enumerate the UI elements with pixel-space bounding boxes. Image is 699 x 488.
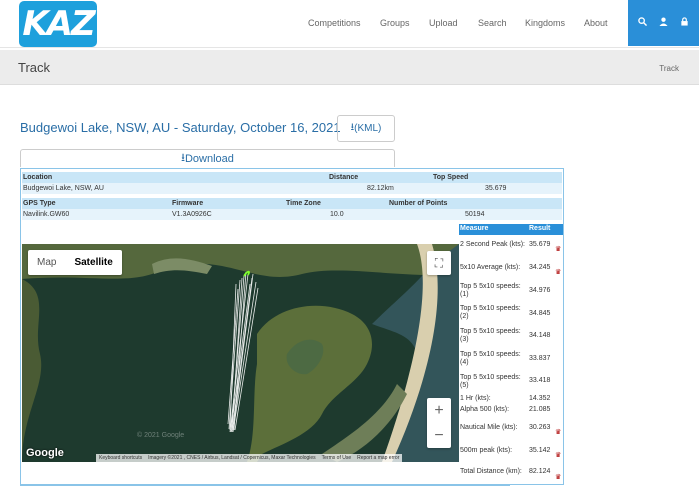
result-row: 1 Hr (kts): 14.352 bbox=[459, 395, 563, 405]
nav-about[interactable]: About bbox=[584, 18, 608, 28]
result-label: 1 Hr (kts): bbox=[460, 395, 491, 402]
fullscreen-icon[interactable]: ⛶ bbox=[427, 251, 451, 275]
summary-header-row-1: Location Distance Top Speed bbox=[22, 172, 562, 183]
timezone-label: Time Zone bbox=[286, 200, 321, 207]
result-row: Alpha 500 (kts): 21.085 bbox=[459, 406, 563, 416]
zoom-out-button[interactable]: − bbox=[427, 423, 451, 448]
zoom-in-button[interactable]: + bbox=[427, 398, 451, 423]
report-error-link[interactable]: Report a map error bbox=[357, 454, 399, 462]
download-label: Download bbox=[184, 152, 234, 165]
track-title: Budgewoi Lake, NSW, AU - Saturday, Octob… bbox=[20, 120, 341, 135]
page-header: Track Track bbox=[0, 50, 699, 85]
google-logo[interactable]: Google bbox=[26, 447, 64, 459]
result-row: Total Distance (km): 82.124 ♛ bbox=[459, 468, 563, 486]
result-label: Alpha 500 (kts): bbox=[460, 406, 510, 413]
gps-type-value: Navilink.GW60 bbox=[23, 211, 70, 218]
result-row: Nautical Mile (kts): 30.263 ♛ bbox=[459, 423, 563, 441]
result-label: Nautical Mile (kts): bbox=[460, 424, 518, 431]
result-value: 82.124 bbox=[529, 468, 551, 475]
result-label: 500m peak (kts): bbox=[460, 447, 513, 454]
top-speed-value: 35.679 bbox=[485, 185, 507, 192]
result-value: 34.245 bbox=[529, 264, 551, 271]
user-icon[interactable] bbox=[656, 17, 672, 29]
page-title: Track bbox=[18, 60, 51, 75]
result-header: Result bbox=[529, 225, 551, 232]
nav-icon-group bbox=[628, 0, 699, 46]
main-nav: Competitions Groups Upload Search Kingdo… bbox=[0, 0, 628, 46]
search-icon[interactable] bbox=[635, 17, 651, 29]
result-value: 33.418 bbox=[529, 377, 551, 384]
satellite-imagery bbox=[22, 244, 459, 462]
result-value: 34.148 bbox=[529, 332, 551, 339]
measure-header: Measure bbox=[460, 225, 489, 232]
result-row: Top 5 5x10 speeds: (2) 34.845 bbox=[459, 305, 563, 325]
nav-competitions[interactable]: Competitions bbox=[308, 18, 361, 28]
result-row: 5x10 Average (kts): 34.245 ♛ bbox=[459, 264, 563, 284]
trophy-icon: ♛ bbox=[555, 246, 562, 253]
points-value: 50194 bbox=[465, 211, 485, 218]
points-label: Number of Points bbox=[389, 200, 448, 207]
summary-header-row-2: GPS Type Firmware Time Zone Number of Po… bbox=[22, 198, 562, 209]
top-navbar: KAZ Competitions Groups Upload Search Ki… bbox=[0, 0, 699, 48]
result-label: Total Distance (km): bbox=[460, 468, 522, 475]
result-value: 33.837 bbox=[529, 355, 551, 362]
result-label: Top 5 5x10 speeds: (2) bbox=[460, 305, 521, 320]
breadcrumb: Track bbox=[659, 64, 679, 73]
result-value: 34.976 bbox=[529, 287, 551, 294]
imagery-credit: Imagery ©2021 , CNES / Airbus, Landsat /… bbox=[148, 455, 316, 461]
result-label: Top 5 5x10 speeds: (3) bbox=[460, 328, 521, 343]
result-label: 2 Second Peak (kts): bbox=[460, 241, 525, 248]
firmware-label: Firmware bbox=[172, 200, 204, 207]
result-value: 14.352 bbox=[529, 395, 551, 402]
download-button[interactable]: ⭳ Download bbox=[20, 149, 395, 167]
map-type-toggle: Map Satellite bbox=[28, 250, 122, 275]
map-attribution: Keyboard shortcuts Imagery ©2021 , CNES … bbox=[96, 454, 403, 462]
trophy-icon: ♛ bbox=[555, 269, 562, 276]
result-value: 34.845 bbox=[529, 310, 551, 317]
result-row: 500m peak (kts): 35.142 ♛ bbox=[459, 446, 563, 464]
result-label: Top 5 5x10 speeds: (5) bbox=[460, 374, 521, 389]
table-bottom-border bbox=[20, 485, 510, 486]
nav-search[interactable]: Search bbox=[478, 18, 507, 28]
summary-value-row-2: Navilink.GW60 V1.3A0926C 10.0 50194 bbox=[22, 209, 562, 220]
result-label: Top 5 5x10 speeds: (4) bbox=[460, 351, 521, 366]
result-label: Top 5 5x10 speeds: (1) bbox=[460, 283, 521, 298]
result-label: 5x10 Average (kts): bbox=[460, 264, 521, 271]
terms-link[interactable]: Terms of Use bbox=[322, 454, 351, 462]
lock-icon[interactable] bbox=[677, 17, 693, 29]
result-row: Top 5 5x10 speeds: (5) 33.418 bbox=[459, 374, 563, 394]
result-value: 35.679 bbox=[529, 241, 551, 248]
summary-value-row-1: Budgewoi Lake, NSW, AU 82.12km 35.679 bbox=[22, 183, 562, 194]
zoom-controls: + − bbox=[427, 398, 451, 448]
nav-upload[interactable]: Upload bbox=[429, 18, 458, 28]
trophy-icon: ♛ bbox=[555, 474, 562, 481]
result-row: Top 5 5x10 speeds: (1) 34.976 bbox=[459, 283, 563, 303]
result-row: Top 5 5x10 speeds: (3) 34.148 bbox=[459, 328, 563, 348]
top-speed-label: Top Speed bbox=[433, 174, 469, 181]
location-label: Location bbox=[23, 174, 53, 181]
result-value: 35.142 bbox=[529, 447, 551, 454]
trophy-icon: ♛ bbox=[555, 452, 562, 459]
track-map[interactable]: Map Satellite ⛶ + − © 2021 Google Google… bbox=[22, 244, 459, 462]
nav-groups[interactable]: Groups bbox=[380, 18, 410, 28]
kml-label: (KML) bbox=[354, 123, 382, 134]
distance-value: 82.12km bbox=[367, 185, 394, 192]
keyboard-shortcuts-link[interactable]: Keyboard shortcuts bbox=[99, 454, 142, 462]
result-row: 2 Second Peak (kts): 35.679 ♛ bbox=[459, 240, 563, 260]
result-value: 30.263 bbox=[529, 424, 551, 431]
firmware-value: V1.3A0926C bbox=[172, 211, 212, 218]
map-type-map-button[interactable]: Map bbox=[28, 250, 65, 275]
map-watermark: © 2021 Google bbox=[137, 432, 185, 439]
results-header: Measure Result bbox=[459, 224, 563, 235]
trophy-icon: ♛ bbox=[555, 429, 562, 436]
location-value: Budgewoi Lake, NSW, AU bbox=[23, 185, 104, 192]
result-value: 21.085 bbox=[529, 406, 551, 413]
distance-label: Distance bbox=[329, 174, 359, 181]
timezone-value: 10.0 bbox=[330, 211, 344, 218]
gps-type-label: GPS Type bbox=[23, 200, 56, 207]
map-type-satellite-button[interactable]: Satellite bbox=[65, 250, 121, 275]
kml-download-button[interactable]: ⭳ (KML) bbox=[337, 115, 395, 142]
result-row: Top 5 5x10 speeds: (4) 33.837 bbox=[459, 351, 563, 371]
nav-kingdoms[interactable]: Kingdoms bbox=[525, 18, 565, 28]
